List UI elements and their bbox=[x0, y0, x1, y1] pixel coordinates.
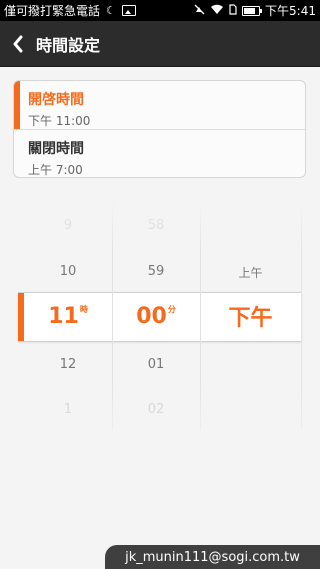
battery-icon bbox=[242, 5, 263, 16]
hour-option[interactable]: 12 bbox=[24, 357, 112, 372]
minute-option[interactable]: 59 bbox=[112, 264, 200, 279]
open-time-option[interactable]: 開啓時間 下午 11:00 bbox=[14, 81, 305, 129]
selected-ampm[interactable]: 下午 bbox=[200, 292, 301, 340]
close-time-label: 關閉時間 bbox=[28, 141, 84, 157]
selected-minute[interactable]: 00 分 bbox=[112, 292, 200, 340]
status-bar: 僅可撥打緊急電話 ☾ 下午5:41 bbox=[0, 0, 320, 21]
moon-icon: ☾ bbox=[106, 4, 116, 17]
close-time-option[interactable]: 關閉時間 上午 7:00 bbox=[14, 129, 305, 177]
chevron-left-icon bbox=[13, 35, 23, 52]
open-time-value: 下午 11:00 bbox=[28, 114, 91, 128]
time-option-list: 開啓時間 下午 11:00 關閉時間 上午 7:00 bbox=[13, 80, 306, 178]
minute-option[interactable]: 01 bbox=[112, 357, 200, 372]
mute-icon bbox=[194, 4, 205, 17]
status-time: 下午5:41 bbox=[265, 4, 316, 18]
picker-top-fade bbox=[0, 200, 320, 255]
carrier-text: 僅可撥打緊急電話 bbox=[4, 4, 101, 18]
close-time-value: 上午 7:00 bbox=[28, 163, 83, 177]
sim-icon bbox=[229, 4, 237, 17]
open-time-label: 開啓時間 bbox=[28, 92, 84, 108]
page-title: 時間設定 bbox=[36, 35, 101, 55]
title-bar: 時間設定 bbox=[0, 21, 320, 67]
wifi-icon bbox=[210, 4, 224, 17]
back-button[interactable] bbox=[0, 21, 36, 66]
image-icon bbox=[121, 5, 136, 16]
watermark: jk_munin111@sogi.com.tw bbox=[105, 545, 320, 569]
hour-option[interactable]: 10 bbox=[24, 264, 112, 279]
ampm-option[interactable]: 上午 bbox=[200, 264, 301, 281]
selected-minute-value: 00 bbox=[136, 303, 167, 329]
selected-hour-value: 11 bbox=[48, 303, 79, 329]
hour-unit-label: 時 bbox=[79, 304, 88, 314]
selected-ampm-value: 下午 bbox=[228, 306, 273, 331]
picker-bottom-fade bbox=[0, 380, 320, 569]
selected-hour[interactable]: 11 時 bbox=[24, 292, 112, 340]
minute-unit-label: 分 bbox=[167, 304, 176, 314]
